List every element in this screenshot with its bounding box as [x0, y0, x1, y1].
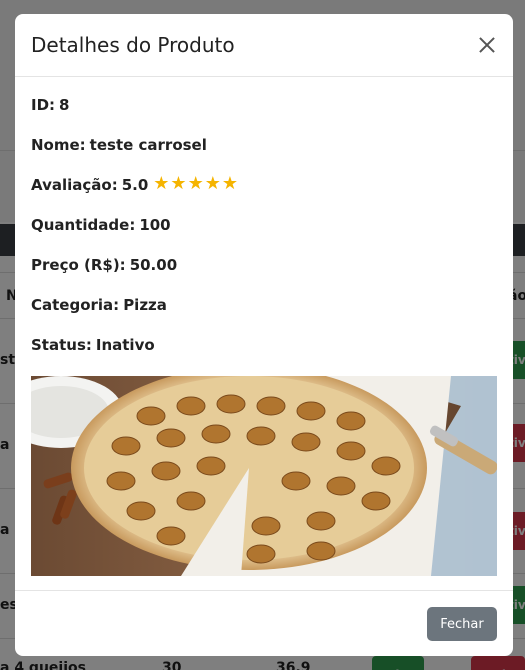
detail-label: Avaliação:	[31, 176, 118, 194]
detail-label: ID:	[31, 96, 56, 114]
modal-footer: Fechar	[15, 590, 513, 656]
detail-value: 8	[59, 96, 70, 114]
star-icon: ★	[221, 173, 238, 194]
modal-header: Detalhes do Produto	[15, 14, 513, 77]
detail-label: Quantidade:	[31, 216, 136, 234]
detail-quantity: Quantidade: 100	[31, 215, 497, 255]
detail-label: Nome:	[31, 136, 86, 154]
star-icon: ★	[170, 173, 187, 194]
star-icon: ★	[187, 173, 204, 194]
star-icon: ★	[204, 173, 221, 194]
detail-price: Preço (R$): 50.00	[31, 255, 497, 295]
detail-value: 50.00	[129, 256, 178, 274]
product-details-modal: Detalhes do Produto ID: 8 Nome: teste ca…	[15, 14, 513, 656]
detail-label: Categoria:	[31, 296, 120, 314]
star-icon: ★	[153, 173, 170, 194]
product-image	[31, 376, 497, 576]
detail-category: Categoria: Pizza	[31, 295, 497, 335]
detail-id: ID: 8	[31, 95, 497, 135]
detail-value: Inativo	[95, 336, 155, 354]
close-icon[interactable]	[475, 33, 499, 57]
detail-name: Nome: teste carrosel	[31, 135, 497, 175]
close-button[interactable]: Fechar	[427, 607, 497, 641]
detail-value: Pizza	[123, 296, 167, 314]
rating-stars: ★ ★ ★ ★ ★	[153, 175, 238, 193]
detail-label: Preço (R$):	[31, 256, 126, 274]
detail-value: teste carrosel	[89, 136, 207, 154]
detail-value: 5.0	[121, 176, 149, 194]
detail-rating: Avaliação: 5.0 ★ ★ ★ ★ ★	[31, 175, 497, 215]
detail-label: Status:	[31, 336, 92, 354]
modal-title: Detalhes do Produto	[31, 33, 235, 57]
detail-status: Status: Inativo	[31, 335, 497, 375]
modal-body: ID: 8 Nome: teste carrosel Avaliação: 5.…	[15, 77, 513, 576]
detail-value: 100	[139, 216, 171, 234]
